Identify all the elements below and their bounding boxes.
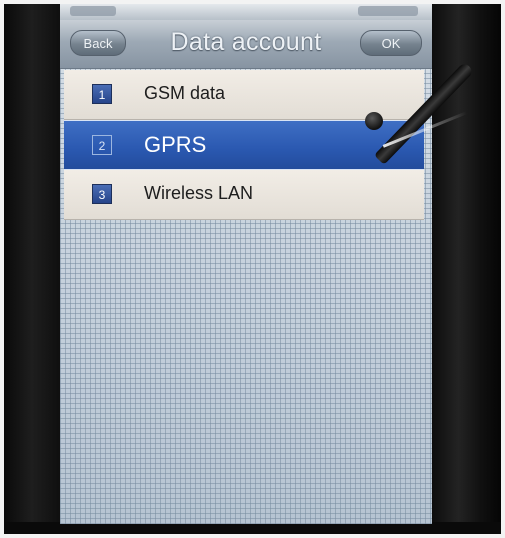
- status-bar: [60, 4, 432, 20]
- phone-screen: Back Data account OK 1 GSM data 2 GPRS 3…: [60, 4, 432, 524]
- page-title: Data account: [170, 28, 322, 56]
- list-item-wireless-lan[interactable]: 3 Wireless LAN: [64, 170, 424, 220]
- stylus-tip: [365, 112, 383, 130]
- item-number-badge: 1: [92, 84, 112, 104]
- item-label: GSM data: [144, 83, 226, 103]
- device-bezel-right: [430, 4, 501, 534]
- device-bezel-left: [4, 4, 66, 534]
- item-label: GPRS: [144, 132, 207, 157]
- ok-button[interactable]: OK: [360, 30, 422, 56]
- item-number-badge: 3: [92, 184, 112, 204]
- title-bar: Back Data account OK: [60, 20, 432, 69]
- device-photo: Back Data account OK 1 GSM data 2 GPRS 3…: [0, 0, 505, 538]
- item-label: Wireless LAN: [144, 183, 254, 203]
- battery-icon: [358, 6, 418, 16]
- account-list: 1 GSM data 2 GPRS 3 Wireless LAN: [64, 70, 424, 220]
- item-number-badge: 2: [92, 135, 112, 155]
- signal-icon: [70, 6, 116, 16]
- back-button[interactable]: Back: [70, 30, 126, 56]
